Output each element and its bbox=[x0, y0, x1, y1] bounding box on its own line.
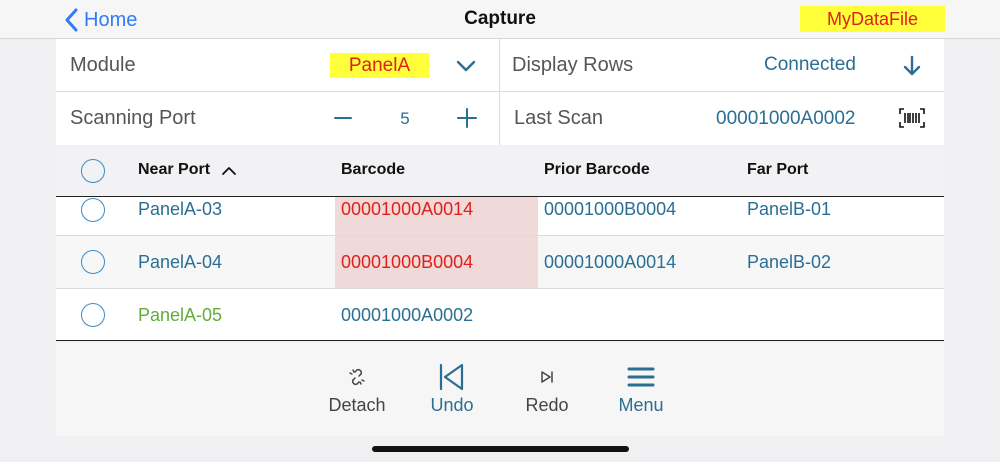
navigation-bar: Home Capture MyDataFile bbox=[0, 0, 1000, 39]
table-header: Near Port Barcode Prior Barcode Far Port bbox=[56, 145, 944, 197]
display-rows-label: Display Rows bbox=[512, 54, 634, 76]
far-port-cell: PanelB-02 bbox=[747, 252, 832, 272]
display-rows-value[interactable]: Connected bbox=[764, 54, 856, 76]
scanning-port-value: 5 bbox=[400, 109, 410, 128]
home-back-button[interactable]: Home bbox=[64, 6, 137, 34]
barcode-cell: 00001000A0014 bbox=[341, 199, 474, 219]
redo-button[interactable]: Redo bbox=[516, 360, 578, 416]
settings-panel: Module PanelA Display Rows Connected Sca… bbox=[56, 39, 944, 145]
chevron-left-icon bbox=[65, 8, 78, 32]
undo-button[interactable]: Undo bbox=[422, 360, 482, 416]
near-port-cell: PanelA-04 bbox=[138, 252, 223, 272]
prior-barcode-cell: 00001000A0014 bbox=[544, 252, 677, 272]
detach-button[interactable]: Detach bbox=[322, 360, 392, 416]
row-divider bbox=[500, 91, 944, 92]
row-divider bbox=[56, 91, 499, 92]
detach-label: Detach bbox=[328, 395, 386, 415]
prior-barcode-cell: 00001000B0004 bbox=[544, 199, 677, 219]
arrow-down-icon bbox=[903, 55, 921, 76]
row-select-checkbox[interactable] bbox=[81, 198, 105, 222]
data-file-name[interactable]: MyDataFile bbox=[800, 6, 945, 32]
back-label: Home bbox=[84, 8, 138, 31]
row-select-checkbox[interactable] bbox=[81, 250, 105, 274]
menu-label: Menu bbox=[618, 395, 664, 415]
select-all-checkbox[interactable] bbox=[81, 159, 105, 183]
table-row[interactable]: PanelA-05 00001000A0002 bbox=[56, 289, 944, 340]
last-scan-label: Last Scan bbox=[514, 107, 603, 129]
increment-port-button[interactable] bbox=[454, 105, 480, 131]
barcode-cell: 00001000A0002 bbox=[341, 305, 474, 325]
table-row[interactable]: PanelA-04 00001000B0004 00001000A0014 Pa… bbox=[56, 236, 944, 289]
undo-icon bbox=[439, 363, 464, 391]
module-label: Module bbox=[70, 54, 136, 76]
bottom-toolbar: Detach Undo Redo Menu bbox=[56, 342, 944, 436]
minus-icon bbox=[334, 117, 352, 119]
column-header-near-port[interactable]: Near Port bbox=[138, 161, 236, 179]
chevron-down-icon bbox=[456, 60, 476, 72]
redo-label: Redo bbox=[525, 395, 569, 415]
module-dropdown-button[interactable] bbox=[452, 52, 480, 80]
column-header-far-port[interactable]: Far Port bbox=[747, 161, 808, 179]
plus-icon bbox=[457, 108, 477, 128]
column-header-barcode[interactable]: Barcode bbox=[341, 161, 405, 179]
redo-icon bbox=[541, 371, 553, 383]
column-header-prior-barcode[interactable]: Prior Barcode bbox=[544, 161, 650, 179]
last-scan-value: 00001000A0002 bbox=[716, 108, 856, 129]
barcode-cell: 00001000B0004 bbox=[341, 252, 474, 272]
home-indicator[interactable] bbox=[372, 446, 629, 452]
sort-up-icon bbox=[222, 166, 236, 175]
display-rows-sort-button[interactable] bbox=[898, 52, 926, 80]
scan-button[interactable] bbox=[896, 105, 928, 131]
undo-label: Undo bbox=[430, 395, 474, 415]
module-value[interactable]: PanelA bbox=[330, 53, 429, 78]
detach-icon bbox=[349, 368, 365, 386]
table-row[interactable]: PanelA-03 00001000A0014 00001000B0004 Pa… bbox=[56, 197, 944, 236]
scanning-port-label: Scanning Port bbox=[70, 107, 196, 129]
connections-table: PanelA-03 00001000A0014 00001000B0004 Pa… bbox=[56, 197, 944, 341]
near-port-cell: PanelA-03 bbox=[138, 199, 223, 219]
near-port-header-label: Near Port bbox=[138, 161, 211, 178]
menu-button[interactable]: Menu bbox=[611, 360, 671, 416]
far-port-cell: PanelB-01 bbox=[747, 199, 832, 219]
row-select-checkbox[interactable] bbox=[81, 303, 105, 327]
near-port-cell: PanelA-05 bbox=[138, 305, 223, 325]
barcode-icon bbox=[899, 108, 925, 128]
decrement-port-button[interactable] bbox=[330, 105, 356, 131]
menu-icon bbox=[627, 367, 655, 387]
column-divider bbox=[499, 39, 500, 145]
